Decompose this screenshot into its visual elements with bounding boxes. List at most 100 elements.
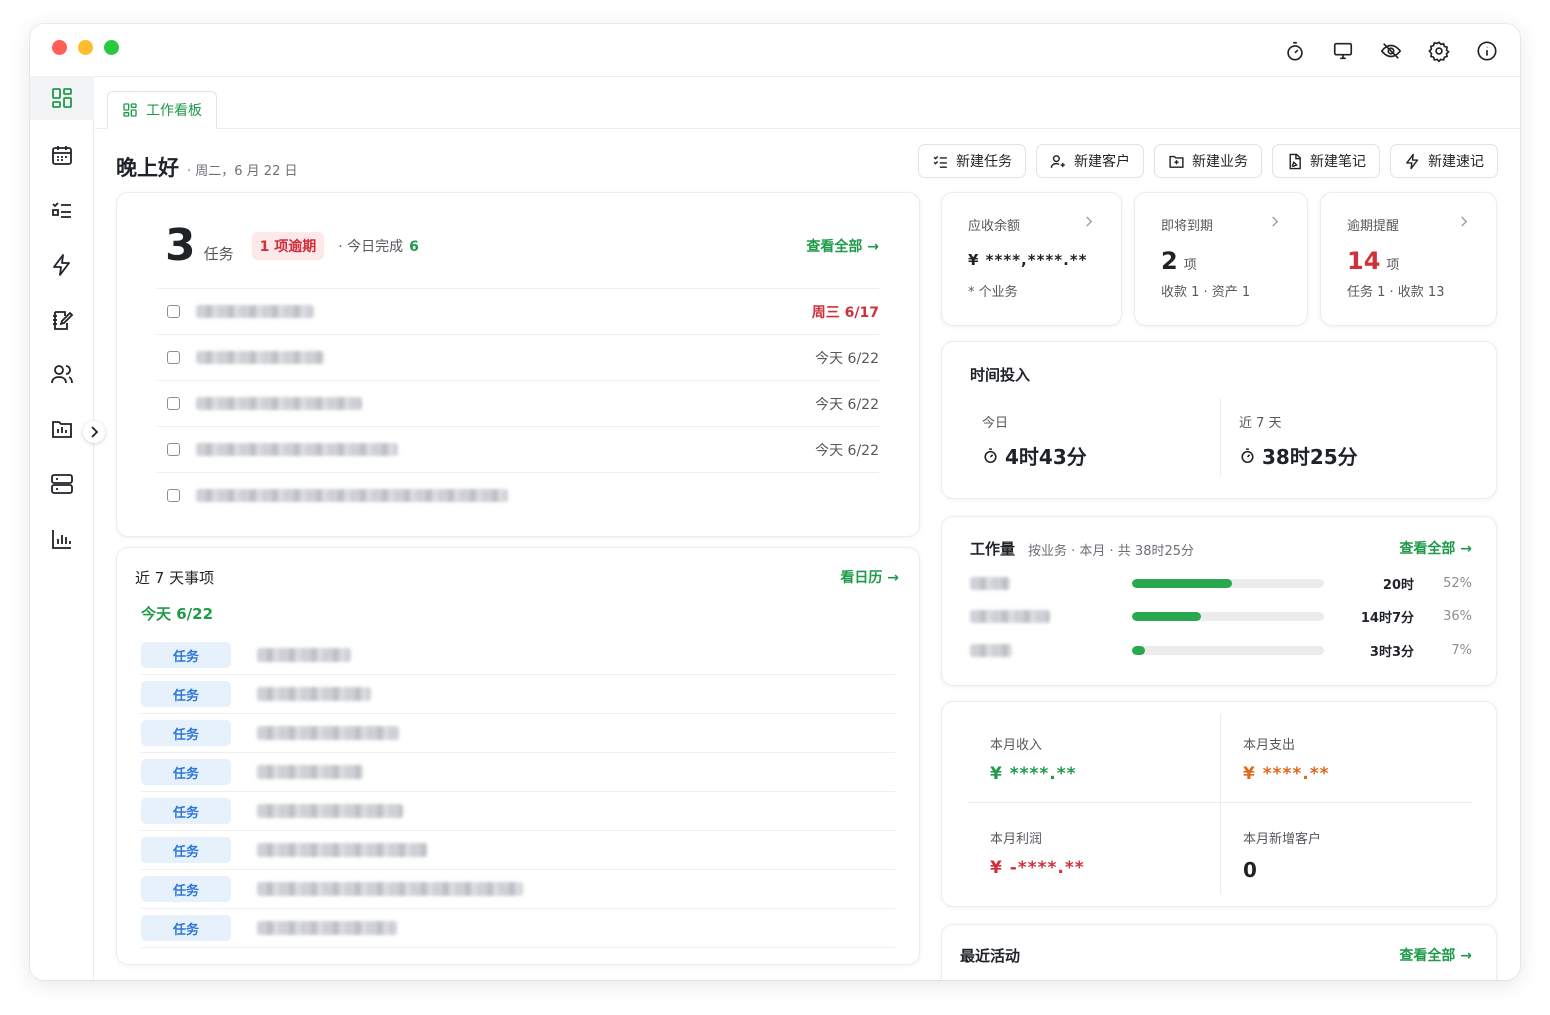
activity-title: 最近活动 <box>960 947 1021 965</box>
task-due-date: 今天 6/22 <box>815 396 879 413</box>
sidebar-item-tasks[interactable] <box>30 188 94 232</box>
new-quicknote-button[interactable]: 新建速记 <box>1390 144 1498 178</box>
tasks-card: 3 任务 1 项逾期 · 今日完成 6 查看全部 → 周三 6/17 今天 6/2… <box>116 192 920 537</box>
time-today-label: 今日 <box>982 416 1009 431</box>
expense-value: ¥ ****.** <box>1243 764 1330 784</box>
gear-icon[interactable] <box>1426 38 1452 64</box>
redacted-item-title <box>257 765 363 779</box>
task-row[interactable]: 今天 6/22 <box>157 380 879 426</box>
due-soon-card[interactable]: 即将到期 2项 收款 1 · 资产 1 <box>1134 192 1308 326</box>
redacted-task-title <box>196 397 362 410</box>
new-client-button[interactable]: 新建客户 <box>1036 144 1144 178</box>
due-soon-label: 即将到期 <box>1161 219 1214 234</box>
window-controls <box>52 40 119 55</box>
due-soon-value: 2 <box>1161 247 1178 275</box>
profit-value: ¥ -****.** <box>990 858 1085 878</box>
type-badge: 任务 <box>141 642 231 668</box>
done-today-label: · 今日完成 <box>338 239 404 255</box>
task-row[interactable]: 今天 6/22 <box>157 426 879 472</box>
workload-row[interactable]: 14时7分 36% <box>970 608 1472 626</box>
sidebar-item-notes[interactable] <box>30 298 94 342</box>
list-item[interactable]: 任务 <box>141 714 895 753</box>
new-task-label: 新建任务 <box>956 154 1012 170</box>
toolbar-icons <box>1282 38 1500 64</box>
task-row[interactable]: 周三 6/17 <box>157 288 879 334</box>
workload-view-all-link[interactable]: 查看全部 → <box>1399 538 1472 558</box>
list-item[interactable]: 任务 <box>141 675 895 714</box>
tab-dashboard[interactable]: 工作看板 <box>107 91 217 129</box>
tasks-view-all-link[interactable]: 查看全部 → <box>806 236 879 256</box>
view-calendar-link[interactable]: 看日历 → <box>840 567 899 587</box>
task-list-icon <box>933 155 947 168</box>
due-soon-sub: 收款 1 · 资产 1 <box>1161 285 1251 300</box>
receivable-card[interactable]: 应收余额 ¥ ****,****.** * 个业务 <box>941 192 1122 326</box>
sidebar-item-dashboard[interactable] <box>30 76 94 120</box>
workload-hours: 14时7分 <box>1360 610 1414 626</box>
sidebar-expand-button[interactable] <box>83 421 105 443</box>
add-user-icon <box>1050 154 1065 168</box>
close-window-button[interactable] <box>52 40 67 55</box>
profit-label: 本月利润 <box>990 832 1043 847</box>
time-title: 时间投入 <box>970 366 1031 384</box>
minimize-window-button[interactable] <box>78 40 93 55</box>
income-cell[interactable]: 本月收入 ¥ ****.** <box>968 710 1220 800</box>
eye-off-icon[interactable] <box>1378 38 1404 64</box>
greeting-date: · 周二，6 月 22 日 <box>187 164 298 179</box>
dashboard-icon <box>123 103 137 117</box>
activity-view-all-link[interactable]: 查看全部 → <box>1399 945 1472 965</box>
task-row[interactable] <box>157 472 879 518</box>
new-task-button[interactable]: 新建任务 <box>918 144 1026 178</box>
task-due-date: 周三 6/17 <box>811 304 879 321</box>
overdue-card[interactable]: 逾期提醒 14 项 任务 1 · 收款 13 <box>1320 192 1497 326</box>
expense-cell[interactable]: 本月支出 ¥ ****.** <box>1221 710 1473 800</box>
task-checkbox[interactable] <box>167 351 180 364</box>
note-icon <box>1289 153 1301 169</box>
time-today-value: 4时43分 <box>1005 445 1087 469</box>
redacted-business-name <box>970 576 1010 590</box>
type-badge: 任务 <box>141 681 231 707</box>
bolt-icon <box>1406 153 1419 169</box>
overdue-value-wrap: 14 项 <box>1347 247 1399 275</box>
receivable-value: ¥ ****,****.** <box>968 251 1088 269</box>
list-item[interactable]: 任务 <box>141 870 895 909</box>
task-checkbox[interactable] <box>167 397 180 410</box>
sidebar-item-reports[interactable] <box>30 517 94 561</box>
profit-cell[interactable]: 本月利润 ¥ -****.** <box>968 804 1220 894</box>
workload-row[interactable]: 20时 52% <box>970 575 1472 593</box>
timer-icon[interactable] <box>1282 38 1308 64</box>
task-checkbox[interactable] <box>167 443 180 456</box>
tab-label: 工作看板 <box>146 103 202 119</box>
time-today: 今日 4时43分 <box>982 398 1087 476</box>
new-business-button[interactable]: 新建业务 <box>1154 144 1262 178</box>
zoom-window-button[interactable] <box>104 40 119 55</box>
new-clients-cell[interactable]: 本月新增客户 0 <box>1221 804 1473 894</box>
new-note-button[interactable]: 新建笔记 <box>1272 144 1380 178</box>
tab-bar: 工作看板 <box>95 77 1520 129</box>
workload-bar <box>1132 645 1146 655</box>
list-item[interactable]: 任务 <box>141 792 895 831</box>
chevron-right-icon <box>1461 216 1468 227</box>
list-item[interactable]: 任务 <box>141 909 895 948</box>
sidebar-item-assets[interactable] <box>30 462 94 506</box>
list-item[interactable]: 任务 <box>141 831 895 870</box>
note-edit-icon <box>53 311 74 330</box>
dashboard-icon <box>52 88 72 108</box>
task-count-unit: 任务 <box>203 244 234 263</box>
task-row[interactable]: 今天 6/22 <box>157 334 879 380</box>
workload-row[interactable]: 3时3分 7% <box>970 642 1472 660</box>
list-item[interactable]: 任务 <box>141 753 895 792</box>
receivable-label: 应收余额 <box>968 219 1021 234</box>
task-checkbox[interactable] <box>167 489 180 502</box>
task-checkbox[interactable] <box>167 305 180 318</box>
income-value: ¥ ****.** <box>990 764 1077 784</box>
time-today-value-wrap: 4时43分 <box>982 441 1087 470</box>
list-item[interactable]: 任务 <box>141 636 895 675</box>
app-window: 工作看板 晚上好 · 周二，6 月 22 日 新建任务 新建客户 新建业务 新建… <box>30 24 1520 980</box>
sidebar-item-clients[interactable] <box>30 352 94 396</box>
info-icon[interactable] <box>1474 38 1500 64</box>
sidebar-item-calendar[interactable] <box>30 133 94 177</box>
sidebar-item-quicknotes[interactable] <box>30 243 94 287</box>
overdue-badge: 1 项逾期 <box>251 232 325 260</box>
workload-title: 工作量 <box>970 540 1016 558</box>
monitor-icon[interactable] <box>1330 38 1356 64</box>
